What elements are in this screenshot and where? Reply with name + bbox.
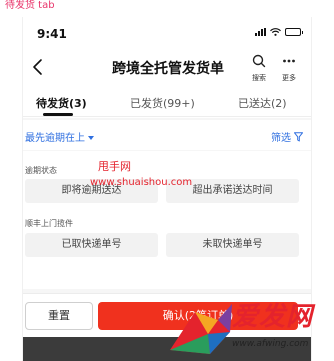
more-icon [283,59,295,63]
sort-label: 最先逾期在上 [25,133,85,144]
search-button[interactable]: 搜索 [247,53,271,83]
annotation-label: 待发货 tab [5,0,55,11]
option-tracking-not-taken[interactable]: 未取快递单号 [166,233,299,257]
more-button[interactable]: 更多 [277,53,301,83]
tab-shipped[interactable]: 已发货(99+) [130,95,195,111]
sort-dropdown[interactable]: 最先逾期在上 [25,129,94,144]
tab-pending[interactable]: 待发货(3) [36,95,87,111]
logo-url: www.afwing.com [232,339,309,349]
logo-text: 爱发网 [232,302,314,332]
status-bar: 9:41 [23,17,311,47]
reset-button[interactable]: 重置 [25,302,93,330]
wifi-icon [270,28,281,36]
sf-pickup-title: 顺丰上门揽件 [25,219,73,228]
watermark-brand: 甩手网 [98,160,131,173]
status-icons [255,28,303,36]
filter-label: 筛选 [271,133,291,144]
sort-filter-bar: 最先逾期在上 筛选 [23,120,311,150]
filter-icon [294,131,303,141]
overdue-status-title: 逾期状态 [25,166,57,175]
filter-panel: 逾期状态 即将逾期送达 超出承诺送达时间 顺丰上门揽件 已取快递单号 未取快递单… [23,151,311,289]
filter-button[interactable]: 筛选 [271,129,303,144]
watermark-url: www.shuaishou.com [90,177,193,188]
tab-bar: 待发货(3) 已发货(99+) 已送达(2) [23,89,311,117]
status-time: 9:41 [37,27,67,41]
search-label: 搜索 [252,74,266,82]
caret-down-icon [88,136,94,140]
tab-delivered[interactable]: 已送达(2) [238,95,287,111]
battery-icon [285,28,303,36]
search-icon [252,54,266,68]
signal-icon [255,28,266,36]
more-label: 更多 [282,74,296,82]
nav-bar: 跨境全托管发货单 搜索 更多 [23,47,311,87]
option-tracking-taken[interactable]: 已取快递单号 [25,233,158,257]
active-tab-indicator [43,113,73,116]
